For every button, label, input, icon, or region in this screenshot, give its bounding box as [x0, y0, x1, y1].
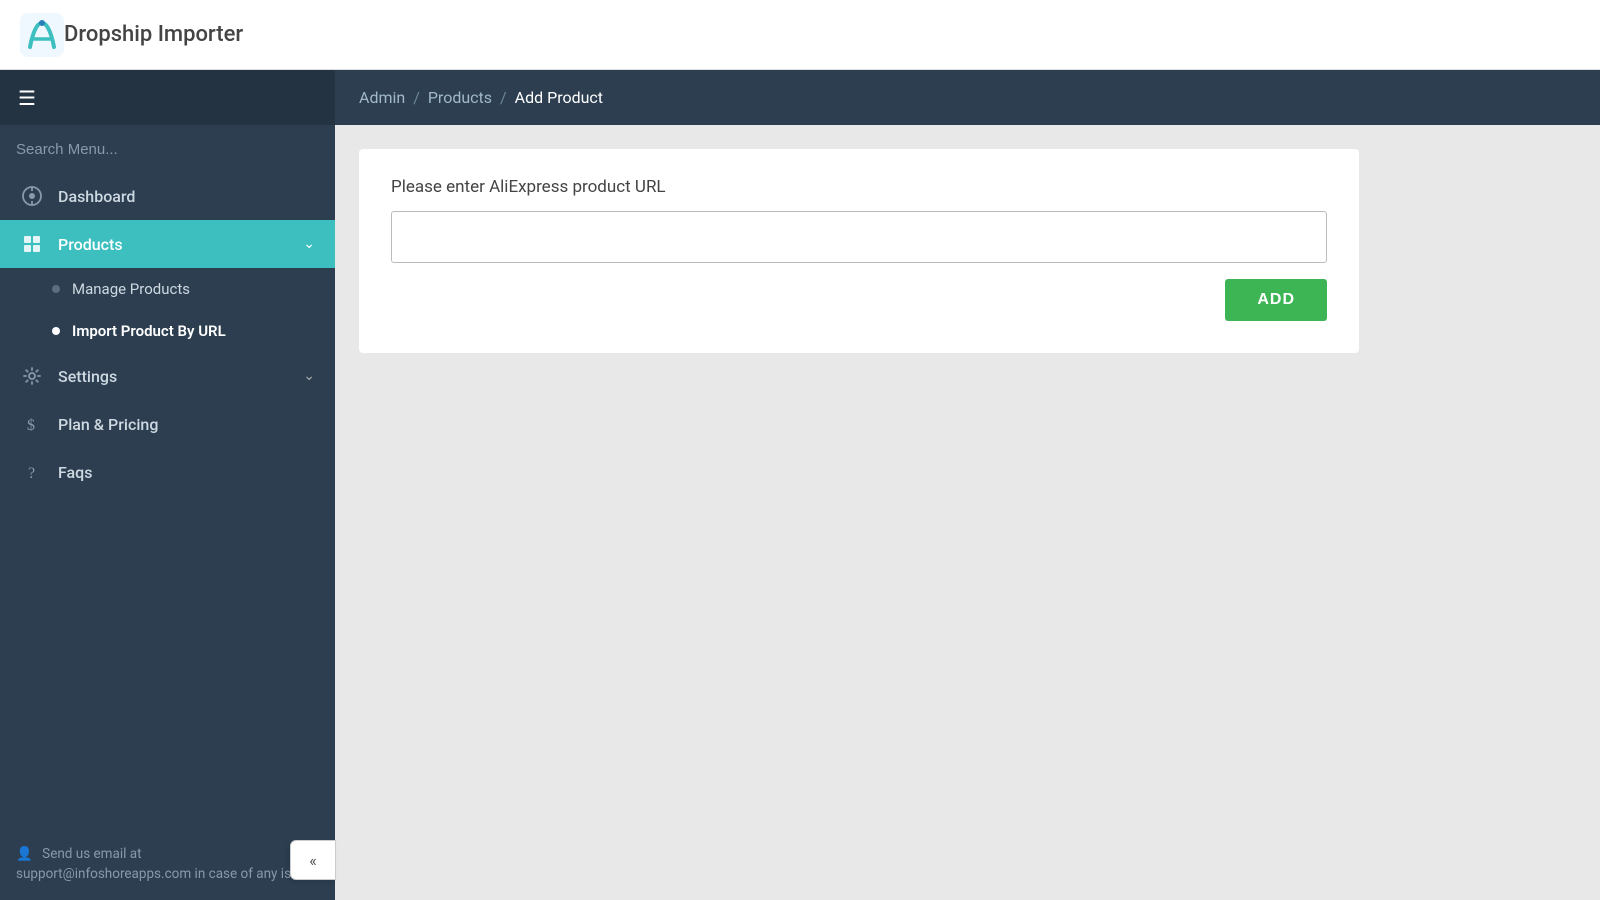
add-btn-row: ADD [391, 279, 1327, 321]
user-icon: 👤 [16, 846, 33, 862]
sidebar-item-plan-pricing[interactable]: $ Plan & Pricing [0, 400, 335, 448]
sidebar-item-dashboard[interactable]: Dashboard [0, 172, 335, 220]
add-product-button[interactable]: ADD [1225, 279, 1327, 321]
content-area: Admin / Products / Add Product Please en… [335, 70, 1600, 900]
sidebar-footer: 👤 Send us email at support@infoshoreapps… [0, 824, 335, 900]
import-product-dot [52, 327, 60, 335]
sidebar-collapse-button[interactable]: « [290, 840, 336, 880]
settings-icon [20, 366, 44, 386]
breadcrumb-bar: Admin / Products / Add Product [335, 70, 1600, 125]
aliexpress-url-input[interactable] [391, 211, 1327, 263]
sidebar-item-dashboard-label: Dashboard [58, 187, 315, 206]
app-title: Dropship Importer [64, 22, 243, 47]
sidebar: ☰ Dashboard [0, 70, 335, 900]
sidebar-subitem-import-product[interactable]: Import Product By URL [0, 310, 335, 352]
top-header: Dropship Importer [0, 0, 1600, 70]
breadcrumb-sep-1: / [413, 88, 420, 107]
products-chevron-icon: ⌄ [303, 236, 315, 252]
main-layout: ☰ Dashboard [0, 70, 1600, 900]
card-title: Please enter AliExpress product URL [391, 177, 1327, 197]
sidebar-item-plan-pricing-label: Plan & Pricing [58, 415, 315, 434]
sidebar-item-products[interactable]: Products ⌄ [0, 220, 335, 268]
help-icon: ? [20, 462, 44, 482]
svg-text:?: ? [28, 465, 35, 482]
collapse-icon: « [309, 851, 317, 870]
sidebar-item-faqs-label: Faqs [58, 463, 315, 482]
app-logo [20, 13, 64, 57]
footer-text: Send us email at support@infoshoreapps.c… [16, 846, 316, 882]
add-product-card: Please enter AliExpress product URL ADD [359, 149, 1359, 353]
breadcrumb-add-product: Add Product [515, 88, 603, 107]
import-product-label: Import Product By URL [72, 322, 226, 340]
svg-text:$: $ [27, 417, 35, 434]
nav-topbar: ☰ [0, 70, 335, 125]
breadcrumb-products[interactable]: Products [428, 88, 492, 107]
breadcrumb-sep-2: / [500, 88, 507, 107]
dollar-icon: $ [20, 414, 44, 434]
sidebar-item-faqs[interactable]: ? Faqs [0, 448, 335, 496]
sidebar-item-settings[interactable]: Settings ⌄ [0, 352, 335, 400]
products-icon [20, 234, 44, 254]
hamburger-icon[interactable]: ☰ [18, 86, 36, 110]
manage-products-label: Manage Products [72, 280, 190, 298]
breadcrumb-admin[interactable]: Admin [359, 88, 405, 107]
search-input[interactable] [16, 141, 319, 158]
content-body: Please enter AliExpress product URL ADD [335, 125, 1600, 900]
settings-chevron-icon: ⌄ [303, 368, 315, 384]
sidebar-subitem-manage-products[interactable]: Manage Products [0, 268, 335, 310]
dashboard-icon [20, 186, 44, 206]
manage-products-dot [52, 285, 60, 293]
sidebar-item-products-label: Products [58, 235, 303, 254]
sidebar-search-container [0, 125, 335, 172]
sidebar-item-settings-label: Settings [58, 367, 303, 386]
